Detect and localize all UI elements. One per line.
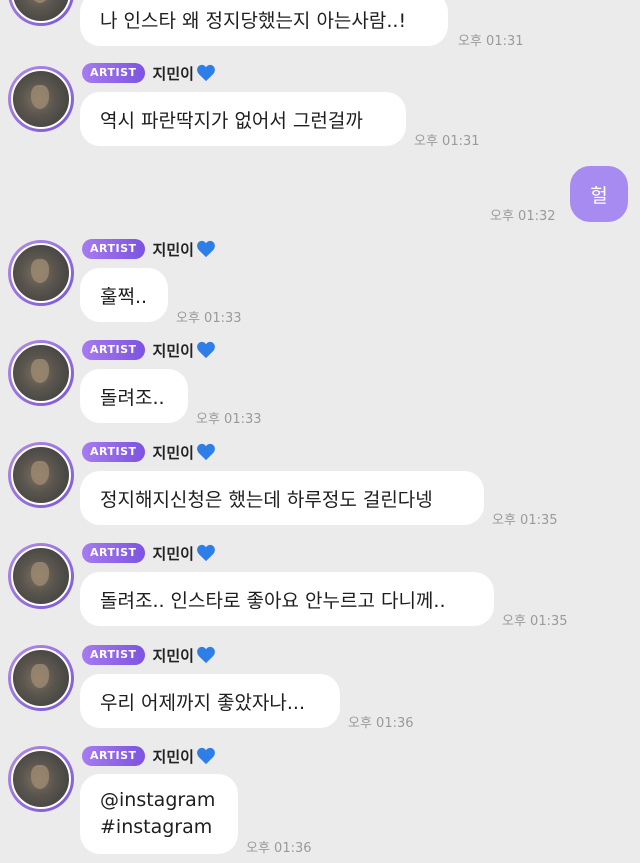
- avatar[interactable]: [8, 66, 74, 132]
- sender-name: 지민이: [153, 340, 216, 361]
- my-message-bubble: 헐: [570, 166, 628, 222]
- instagram-link[interactable]: @instagram: [100, 787, 215, 814]
- message-text: 헐: [590, 184, 608, 207]
- message-time: 오후 01:35: [492, 513, 558, 528]
- blue-heart-icon: [197, 341, 215, 359]
- artist-badge: ARTIST: [82, 543, 145, 563]
- sender-name-text: 지민이: [152, 646, 194, 665]
- message-bubble: 우리 어제까지 좋았자나...: [80, 674, 340, 728]
- message-text: 나 인스타 왜 정지당했는지 아는사람..!: [100, 9, 407, 32]
- message-text: 역시 파란딱지가 없어서 그런걸까: [100, 109, 363, 132]
- avatar[interactable]: [8, 0, 74, 26]
- message-text: 정지해지신청은 했는데 하루정도 걸린다넹: [100, 488, 433, 511]
- sender-row: ARTIST 지민이: [82, 644, 216, 666]
- artist-badge: ARTIST: [82, 645, 145, 665]
- message-bubble: 정지해지신청은 했는데 하루정도 걸린다넹: [80, 471, 484, 525]
- message-time: 오후 01:36: [348, 716, 414, 731]
- sender-row: ARTIST 지민이: [82, 339, 216, 361]
- message-bubble: 돌려조.. 인스타로 좋아요 안누르고 다니께..: [80, 572, 494, 626]
- sender-row: ARTIST 지민이: [82, 441, 216, 463]
- message-bubble: @instagram #instagram: [80, 774, 238, 854]
- sender-name: 지민이: [153, 746, 216, 767]
- sender-name-text: 지민이: [152, 443, 194, 462]
- sender-row: ARTIST 지민이: [82, 542, 216, 564]
- sender-row: ARTIST 지민이: [82, 745, 216, 767]
- blue-heart-icon: [197, 240, 215, 258]
- message-time: 오후 01:33: [196, 412, 262, 427]
- sender-row: ARTIST 지민이: [82, 62, 216, 84]
- blue-heart-icon: [197, 443, 215, 461]
- avatar[interactable]: [8, 645, 74, 711]
- sender-name: 지민이: [153, 63, 216, 84]
- avatar[interactable]: [8, 340, 74, 406]
- avatar[interactable]: [8, 442, 74, 508]
- message-text: 훌쩍..: [100, 285, 148, 308]
- message-time: 오후 01:31: [458, 34, 524, 49]
- instagram-hashtag[interactable]: #instagram: [100, 814, 212, 841]
- sender-name: 지민이: [153, 442, 216, 463]
- message-time: 오후 01:32: [490, 209, 556, 224]
- blue-heart-icon: [197, 544, 215, 562]
- artist-badge: ARTIST: [82, 340, 145, 360]
- message-time: 오후 01:35: [502, 614, 568, 629]
- avatar[interactable]: [8, 746, 74, 812]
- artist-badge: ARTIST: [82, 746, 145, 766]
- message-bubble: 돌려조..: [80, 369, 188, 423]
- sender-name-text: 지민이: [152, 240, 194, 259]
- message-text: 돌려조..: [100, 386, 165, 409]
- sender-name: 지민이: [153, 239, 216, 260]
- sender-name: 지민이: [153, 543, 216, 564]
- message-bubble: 나 인스타 왜 정지당했는지 아는사람..!: [80, 0, 448, 46]
- artist-badge: ARTIST: [82, 442, 145, 462]
- artist-badge: ARTIST: [82, 239, 145, 259]
- message-time: 오후 01:36: [246, 841, 312, 856]
- message-bubble: 훌쩍..: [80, 268, 168, 322]
- sender-name: 지민이: [153, 645, 216, 666]
- message-time: 오후 01:31: [414, 134, 480, 149]
- blue-heart-icon: [197, 646, 215, 664]
- sender-name-text: 지민이: [152, 341, 194, 360]
- sender-name-text: 지민이: [152, 747, 194, 766]
- avatar[interactable]: [8, 543, 74, 609]
- message-bubble: 역시 파란딱지가 없어서 그런걸까: [80, 92, 406, 146]
- sender-row: ARTIST 지민이: [82, 238, 216, 260]
- sender-name-text: 지민이: [152, 544, 194, 563]
- message-text: 우리 어제까지 좋았자나...: [100, 691, 305, 714]
- blue-heart-icon: [197, 747, 215, 765]
- message-text: 돌려조.. 인스타로 좋아요 안누르고 다니께..: [100, 589, 446, 612]
- message-time: 오후 01:33: [176, 311, 242, 326]
- artist-badge: ARTIST: [82, 63, 145, 83]
- avatar[interactable]: [8, 240, 74, 306]
- blue-heart-icon: [197, 64, 215, 82]
- sender-name-text: 지민이: [152, 64, 194, 83]
